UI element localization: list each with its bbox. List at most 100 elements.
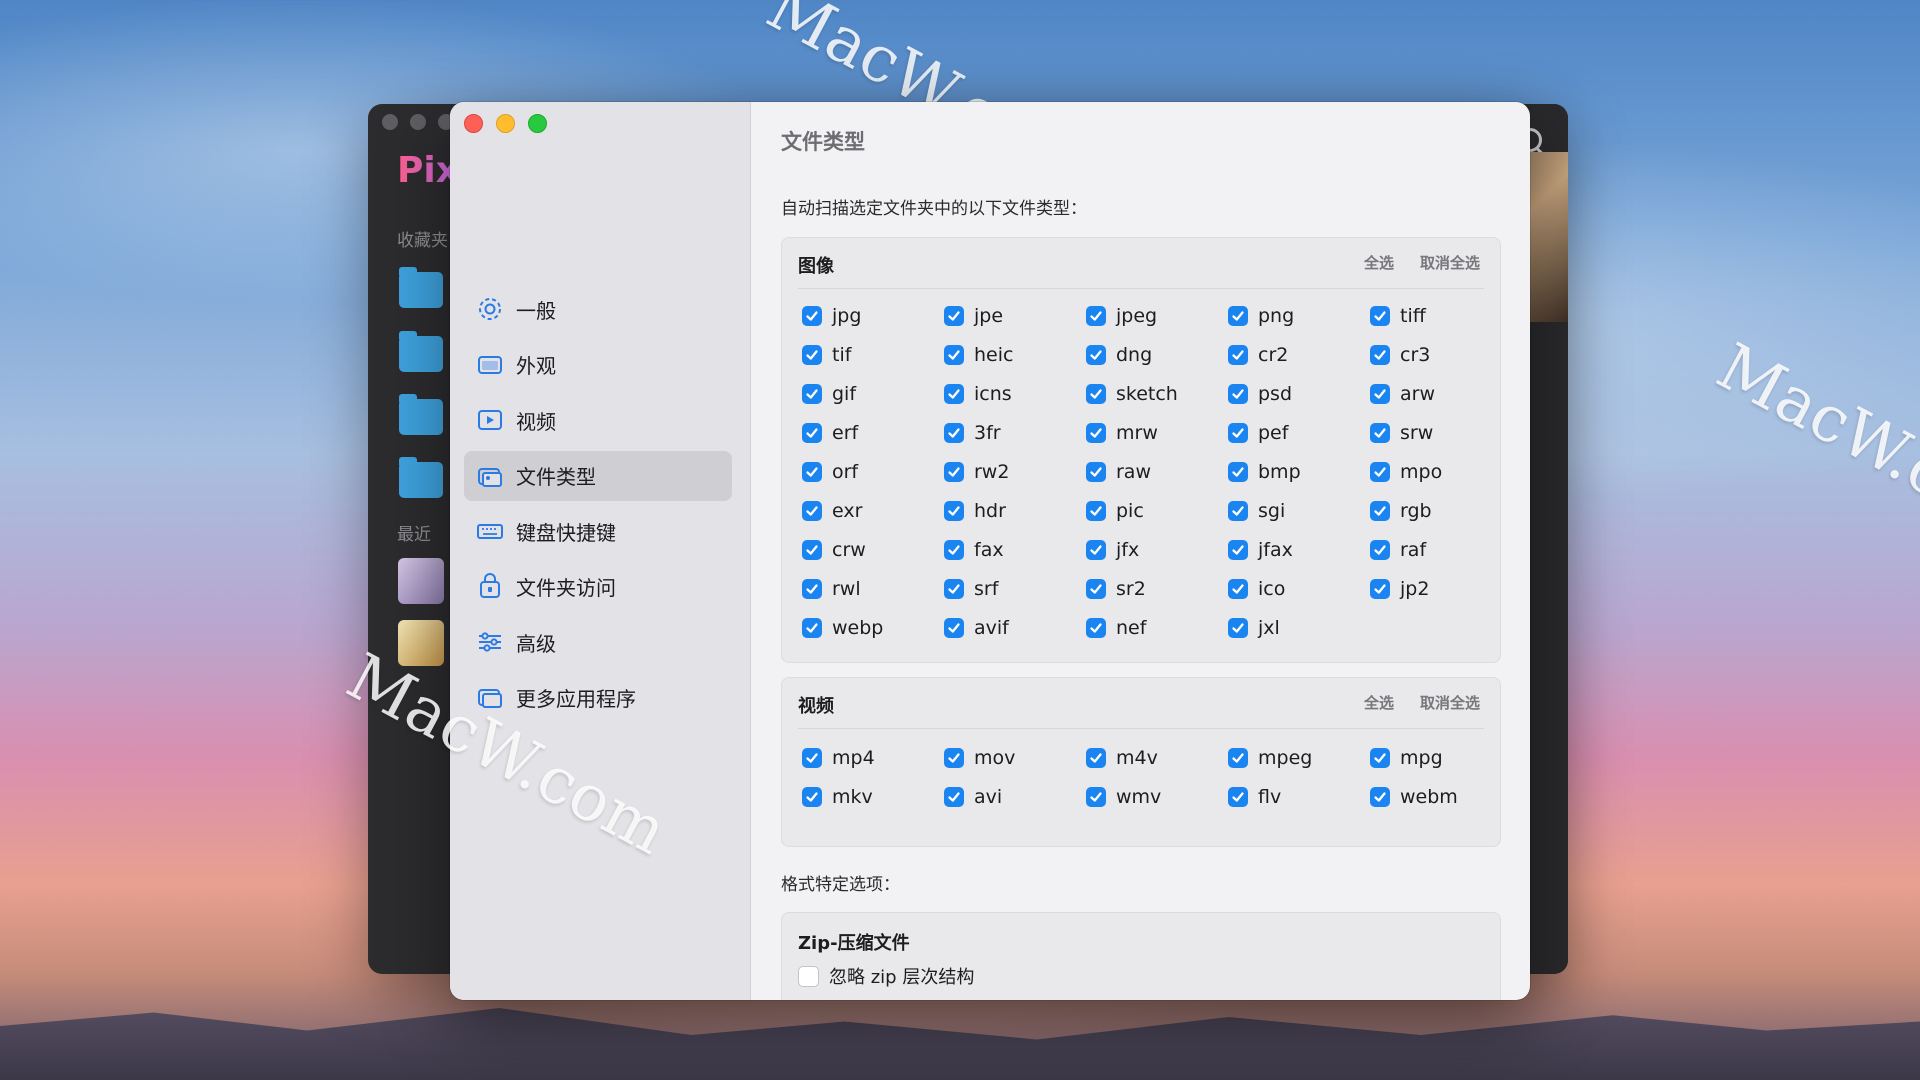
file-type-option[interactable]: mkv xyxy=(802,783,873,811)
folder-icon[interactable] xyxy=(399,267,443,308)
file-type-option[interactable]: flv xyxy=(1228,783,1281,811)
checked-checkbox[interactable] xyxy=(802,384,822,404)
checked-checkbox[interactable] xyxy=(802,787,822,807)
file-type-option[interactable]: wmv xyxy=(1086,783,1161,811)
checked-checkbox[interactable] xyxy=(1370,345,1390,365)
file-type-option[interactable]: mpeg xyxy=(1228,744,1312,772)
checked-checkbox[interactable] xyxy=(944,618,964,638)
file-type-option[interactable]: fax xyxy=(944,536,1004,564)
recent-thumbnail[interactable] xyxy=(398,558,444,604)
checked-checkbox[interactable] xyxy=(802,345,822,365)
sidebar-item-1[interactable]: 外观 xyxy=(464,340,732,390)
checked-checkbox[interactable] xyxy=(802,501,822,521)
checked-checkbox[interactable] xyxy=(944,787,964,807)
file-type-option[interactable]: srw xyxy=(1370,419,1433,447)
file-type-option[interactable]: dng xyxy=(1086,341,1152,369)
file-type-option[interactable]: tiff xyxy=(1370,302,1426,330)
checked-checkbox[interactable] xyxy=(1086,384,1106,404)
checked-checkbox[interactable] xyxy=(1370,579,1390,599)
file-type-option[interactable]: m4v xyxy=(1086,744,1158,772)
file-type-option[interactable]: bmp xyxy=(1228,458,1301,486)
checked-checkbox[interactable] xyxy=(1370,462,1390,482)
file-type-option[interactable]: gif xyxy=(802,380,856,408)
file-type-option[interactable]: png xyxy=(1228,302,1294,330)
file-type-option[interactable]: jpe xyxy=(944,302,1003,330)
checked-checkbox[interactable] xyxy=(944,306,964,326)
ignore-zip-hierarchy-option[interactable]: 忽略 zip 层次结构 xyxy=(798,963,974,989)
checked-checkbox[interactable] xyxy=(1370,306,1390,326)
folder-icon[interactable] xyxy=(399,331,443,372)
file-type-option[interactable]: tif xyxy=(802,341,851,369)
checked-checkbox[interactable] xyxy=(1370,501,1390,521)
sidebar-item-4[interactable]: 键盘快捷键 xyxy=(464,506,732,556)
file-type-option[interactable]: arw xyxy=(1370,380,1435,408)
file-type-option[interactable]: pic xyxy=(1086,497,1144,525)
checked-checkbox[interactable] xyxy=(1086,345,1106,365)
file-type-option[interactable]: rw2 xyxy=(944,458,1009,486)
file-type-option[interactable]: mp4 xyxy=(802,744,875,772)
ignore-zip-hierarchy-checkbox[interactable] xyxy=(798,965,819,987)
checked-checkbox[interactable] xyxy=(944,345,964,365)
sidebar-item-3[interactable]: 文件类型 xyxy=(464,450,732,501)
checked-checkbox[interactable] xyxy=(944,748,964,768)
checked-checkbox[interactable] xyxy=(1086,787,1106,807)
checked-checkbox[interactable] xyxy=(1370,748,1390,768)
images-select-all-button[interactable]: 全选 xyxy=(1364,252,1394,273)
file-type-option[interactable]: icns xyxy=(944,380,1012,408)
checked-checkbox[interactable] xyxy=(944,540,964,560)
file-type-option[interactable]: ico xyxy=(1228,575,1285,603)
checked-checkbox[interactable] xyxy=(1228,748,1248,768)
file-type-option[interactable]: mpo xyxy=(1370,458,1442,486)
checked-checkbox[interactable] xyxy=(1086,748,1106,768)
videos-select-all-button[interactable]: 全选 xyxy=(1364,692,1394,713)
videos-deselect-all-button[interactable]: 取消全选 xyxy=(1420,692,1480,713)
checked-checkbox[interactable] xyxy=(1228,579,1248,599)
sidebar-item-6[interactable]: 高级 xyxy=(464,617,732,667)
file-type-option[interactable]: jp2 xyxy=(1370,575,1429,603)
file-type-option[interactable]: sgi xyxy=(1228,497,1285,525)
file-type-option[interactable]: jxl xyxy=(1228,614,1280,642)
checked-checkbox[interactable] xyxy=(944,462,964,482)
file-type-option[interactable]: raf xyxy=(1370,536,1426,564)
file-type-option[interactable]: jpg xyxy=(802,302,861,330)
checked-checkbox[interactable] xyxy=(1228,618,1248,638)
file-type-option[interactable]: raw xyxy=(1086,458,1151,486)
checked-checkbox[interactable] xyxy=(1086,306,1106,326)
downloads-folder-icon[interactable] xyxy=(399,394,443,435)
checked-checkbox[interactable] xyxy=(802,540,822,560)
file-type-option[interactable]: erf xyxy=(802,419,858,447)
file-type-option[interactable]: pef xyxy=(1228,419,1288,447)
file-type-option[interactable]: avi xyxy=(944,783,1002,811)
checked-checkbox[interactable] xyxy=(1228,462,1248,482)
file-type-option[interactable]: cr3 xyxy=(1370,341,1430,369)
pictures-folder-icon[interactable] xyxy=(399,457,443,498)
checked-checkbox[interactable] xyxy=(1228,501,1248,521)
checked-checkbox[interactable] xyxy=(944,501,964,521)
checked-checkbox[interactable] xyxy=(1228,306,1248,326)
sidebar-item-0[interactable]: 一般 xyxy=(464,284,732,334)
file-type-option[interactable]: srf xyxy=(944,575,998,603)
checked-checkbox[interactable] xyxy=(1370,384,1390,404)
zoom-button[interactable] xyxy=(528,114,547,133)
file-type-option[interactable]: jpeg xyxy=(1086,302,1157,330)
file-type-option[interactable]: hdr xyxy=(944,497,1006,525)
file-type-option[interactable]: exr xyxy=(802,497,862,525)
checked-checkbox[interactable] xyxy=(1228,345,1248,365)
checked-checkbox[interactable] xyxy=(1370,423,1390,443)
file-type-option[interactable]: sketch xyxy=(1086,380,1178,408)
file-type-option[interactable]: sr2 xyxy=(1086,575,1146,603)
file-type-option[interactable]: jfx xyxy=(1086,536,1139,564)
file-type-option[interactable]: mov xyxy=(944,744,1015,772)
file-type-option[interactable]: heic xyxy=(944,341,1013,369)
checked-checkbox[interactable] xyxy=(1086,423,1106,443)
checked-checkbox[interactable] xyxy=(802,306,822,326)
file-type-option[interactable]: mpg xyxy=(1370,744,1443,772)
file-type-option[interactable]: mrw xyxy=(1086,419,1158,447)
checked-checkbox[interactable] xyxy=(1086,462,1106,482)
file-type-option[interactable]: rwl xyxy=(802,575,861,603)
checked-checkbox[interactable] xyxy=(1228,384,1248,404)
checked-checkbox[interactable] xyxy=(1086,501,1106,521)
file-type-option[interactable]: avif xyxy=(944,614,1009,642)
checked-checkbox[interactable] xyxy=(1228,423,1248,443)
file-type-option[interactable]: psd xyxy=(1228,380,1292,408)
